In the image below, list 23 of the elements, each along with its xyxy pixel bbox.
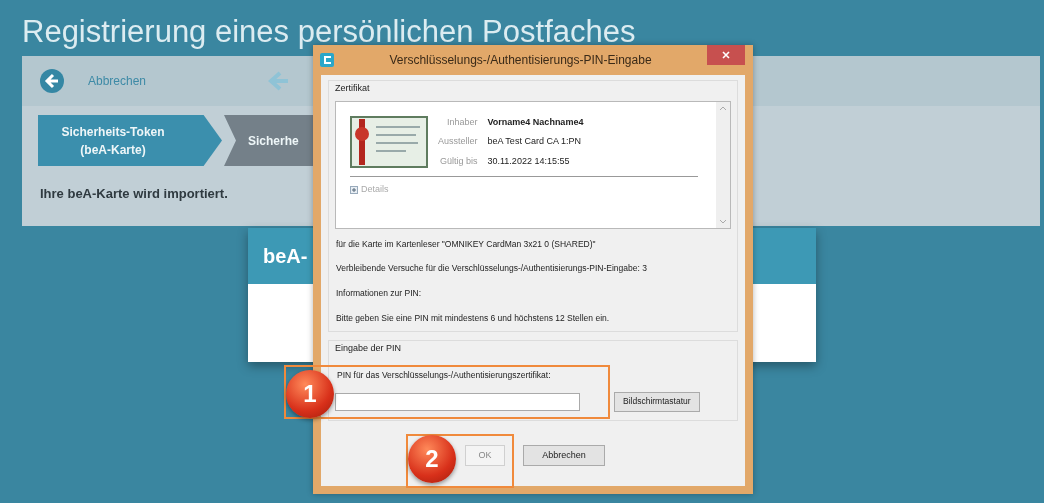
dialog-button[interactable]: Abbrechen xyxy=(523,444,605,466)
field-label: Inhaber xyxy=(446,115,478,129)
step-tab[interactable]: Sicherheits-Token (beA-Karte) xyxy=(38,115,222,166)
field-value: beA Test Card CA 1:PN xyxy=(487,135,582,148)
field-label: Gültig bis xyxy=(439,154,478,168)
field-value: Vorname4 Nachname4 xyxy=(487,115,584,129)
field-label: Aussteller xyxy=(438,135,478,148)
group-title: Eingabe der PIN xyxy=(335,341,403,355)
dialog-title: Verschlüsselungs-/Authentisierungs-PIN-Eingabe xyxy=(389,52,652,69)
info-text: Informationen zur PIN: xyxy=(336,287,423,300)
keyboard-button[interactable]: Bildschirmtastatur xyxy=(614,391,700,412)
info-text: Bitte geben Sie eine PIN mit mindestens 6 und höchstens 12 Stellen ein. xyxy=(336,311,611,325)
card-title: beA- xyxy=(263,244,308,269)
info-text: Verbleibende Versuche für die Verschlüsselungs-/Authentisierungs-PIN-Eingabe: 3 xyxy=(336,262,648,275)
group-title: Zertifikat xyxy=(335,82,371,95)
info-text: für die Karte im Kartenleser "OMNIKEY CardMan 3x21 0 (SHARED)" xyxy=(336,237,597,251)
field-value: 30.11.2022 14:15:55 xyxy=(487,154,571,168)
page-title: Registrierung eines persönlichen Postfaches xyxy=(22,14,637,50)
pin-label: PIN für das Verschlüsselungs-/Authentisierungszertifikat: xyxy=(336,369,552,382)
status-text: Ihre beA-Karte wird importiert. xyxy=(40,185,228,203)
details-link[interactable]: Details xyxy=(361,183,389,197)
step-marker: 1 xyxy=(286,370,334,418)
cancel-link[interactable]: Abbrechen xyxy=(88,72,147,90)
